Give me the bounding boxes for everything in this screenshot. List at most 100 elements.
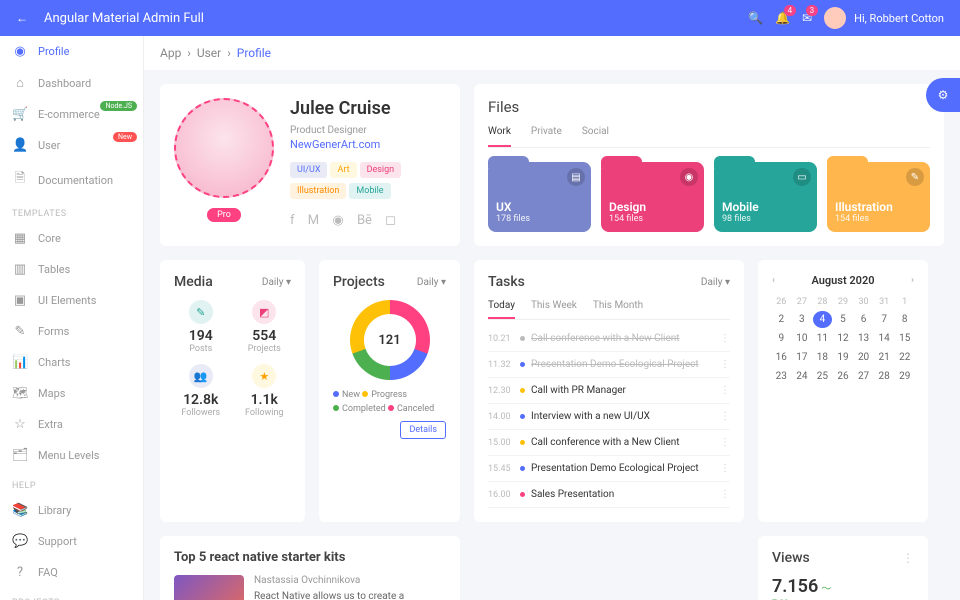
- cal-day[interactable]: 9: [772, 330, 791, 347]
- cal-day[interactable]: 6: [854, 311, 873, 328]
- cal-day[interactable]: 25: [813, 368, 832, 385]
- folder-illustration[interactable]: ✎Illustration154 files: [827, 162, 930, 232]
- details-button[interactable]: Details: [400, 421, 446, 439]
- files-tab-private[interactable]: Private: [531, 126, 562, 147]
- sidebar-item-profile[interactable]: ◉Profile: [0, 36, 143, 67]
- cal-day[interactable]: 16: [772, 349, 791, 366]
- facebook-icon[interactable]: f: [290, 213, 295, 228]
- sidebar-item-forms[interactable]: ✎Forms: [0, 316, 143, 347]
- sidebar-item-library[interactable]: 📚Library: [0, 495, 143, 526]
- cal-day[interactable]: 10: [793, 330, 812, 347]
- cal-day[interactable]: 19: [834, 349, 853, 366]
- cal-day[interactable]: 4: [813, 311, 832, 328]
- social-icons: f M ◉ Bē ◻: [290, 213, 446, 228]
- sidebar-item-maps[interactable]: 🗺Maps: [0, 378, 143, 409]
- tasks-selector[interactable]: Daily ▾: [701, 277, 730, 288]
- cal-day[interactable]: 21: [875, 349, 894, 366]
- folder-mobile[interactable]: ▭Mobile98 files: [714, 162, 817, 232]
- cal-day[interactable]: 3: [793, 311, 812, 328]
- more-icon[interactable]: ⋮: [720, 463, 730, 474]
- task-tab-this-month[interactable]: This Month: [593, 300, 643, 319]
- folder-icon: ✎: [906, 168, 924, 186]
- behance-icon[interactable]: Bē: [357, 213, 372, 228]
- cal-day[interactable]: 13: [854, 330, 873, 347]
- sidebar-item-tables[interactable]: ▥Tables: [0, 254, 143, 285]
- more-icon[interactable]: ⋮: [902, 551, 914, 565]
- dribbble-icon[interactable]: ◉: [332, 213, 343, 228]
- more-icon[interactable]: ⋮: [720, 437, 730, 448]
- cal-day[interactable]: 20: [854, 349, 873, 366]
- medium-icon[interactable]: M: [308, 213, 319, 228]
- task-row[interactable]: 11.32Presentation Demo Ecological Projec…: [488, 352, 730, 378]
- sidebar-item-dashboard[interactable]: ⌂Dashboard: [0, 67, 143, 99]
- main: App › User › Profile Pro Julee Cruise Pr…: [144, 36, 960, 600]
- task-row[interactable]: 16.00Sales Presentation⋮: [488, 482, 730, 508]
- sidebar-item-extra[interactable]: ☆Extra: [0, 409, 143, 440]
- cal-day[interactable]: 15: [895, 330, 914, 347]
- cal-day[interactable]: 8: [895, 311, 914, 328]
- task-tab-this-week[interactable]: This Week: [531, 300, 577, 319]
- more-icon[interactable]: ⋮: [720, 411, 730, 422]
- task-row[interactable]: 15.00Call conference with a New Client⋮: [488, 430, 730, 456]
- article-card: Top 5 react native starter kits Nastassi…: [160, 536, 460, 600]
- profile-link[interactable]: NewGenerArt.com: [290, 138, 446, 151]
- cal-day[interactable]: 7: [875, 311, 894, 328]
- task-row[interactable]: 14.00Interview with a new UI/UX⋮: [488, 404, 730, 430]
- sidebar-item-e-commerce[interactable]: 🛒E-commerceNode.JS: [0, 99, 143, 130]
- cal-day[interactable]: 24: [793, 368, 812, 385]
- more-icon[interactable]: ⋮: [720, 489, 730, 500]
- cal-day[interactable]: 12: [834, 330, 853, 347]
- cal-day[interactable]: 2: [772, 311, 791, 328]
- faq-icon: ?: [12, 565, 28, 580]
- instagram-icon[interactable]: ◻: [385, 213, 396, 228]
- cal-day[interactable]: 18: [813, 349, 832, 366]
- projects-selector[interactable]: Daily ▾: [417, 277, 446, 288]
- calendar-card: ‹ August 2020 › 262728293031123456789101…: [758, 260, 928, 522]
- cal-day[interactable]: 22: [895, 349, 914, 366]
- sidebar-item-ui-elements[interactable]: ▣UI Elements: [0, 285, 143, 316]
- library-icon: 📚: [12, 503, 28, 518]
- more-icon[interactable]: ⋮: [720, 359, 730, 370]
- sidebar-item-menu-levels[interactable]: 🗂Menu Levels: [0, 440, 143, 471]
- cal-day[interactable]: 23: [772, 368, 791, 385]
- tag-design[interactable]: Design: [360, 162, 402, 178]
- cal-day[interactable]: 27: [854, 368, 873, 385]
- cal-day[interactable]: 14: [875, 330, 894, 347]
- search-icon[interactable]: 🔍: [748, 11, 763, 25]
- cal-day[interactable]: 26: [834, 368, 853, 385]
- cal-day[interactable]: 28: [875, 368, 894, 385]
- sidebar-item-charts[interactable]: 📊Charts: [0, 347, 143, 378]
- task-row[interactable]: 15.45Presentation Demo Ecological Projec…: [488, 456, 730, 482]
- avatar[interactable]: [824, 7, 846, 29]
- folder-design[interactable]: ◉Design154 files: [601, 162, 704, 232]
- sidebar-item-support[interactable]: 💬Support: [0, 526, 143, 557]
- cal-day[interactable]: 11: [813, 330, 832, 347]
- files-tab-work[interactable]: Work: [488, 126, 511, 147]
- task-row[interactable]: 12.30Call with PR Manager⋮: [488, 378, 730, 404]
- tag-illustration[interactable]: Illustration: [290, 183, 346, 199]
- sidebar-item-faq[interactable]: ?FAQ: [0, 557, 143, 588]
- files-tab-social[interactable]: Social: [582, 126, 609, 147]
- bell-icon[interactable]: 🔔4: [775, 11, 790, 25]
- tag-art[interactable]: Art: [330, 162, 356, 178]
- more-icon[interactable]: ⋮: [720, 333, 730, 344]
- mail-icon[interactable]: ✉3: [802, 11, 812, 25]
- sidebar-item-user[interactable]: 👤UserNew: [0, 130, 143, 161]
- tag-ui/ux[interactable]: UI/UX: [290, 162, 327, 178]
- cal-day[interactable]: 17: [793, 349, 812, 366]
- sidebar-item-documentation[interactable]: 🗎Documentation: [0, 161, 143, 199]
- cal-day[interactable]: 29: [895, 368, 914, 385]
- profile-card: Pro Julee Cruise Product Designer NewGen…: [160, 84, 460, 246]
- cal-day[interactable]: 5: [834, 311, 853, 328]
- settings-fab[interactable]: ⚙: [926, 78, 960, 112]
- sidebar-item-core[interactable]: ▦Core: [0, 223, 143, 254]
- cal-next[interactable]: ›: [911, 275, 914, 286]
- tag-mobile[interactable]: Mobile: [349, 183, 390, 199]
- folder-ux[interactable]: ▤UX178 files: [488, 162, 591, 232]
- more-icon[interactable]: ⋮: [720, 385, 730, 396]
- cal-prev[interactable]: ‹: [772, 275, 775, 286]
- task-tab-today[interactable]: Today: [488, 300, 515, 319]
- task-row[interactable]: 10.21Call conference with a New Client⋮: [488, 326, 730, 352]
- media-selector[interactable]: Daily ▾: [262, 277, 291, 288]
- back-icon[interactable]: ←: [16, 11, 28, 25]
